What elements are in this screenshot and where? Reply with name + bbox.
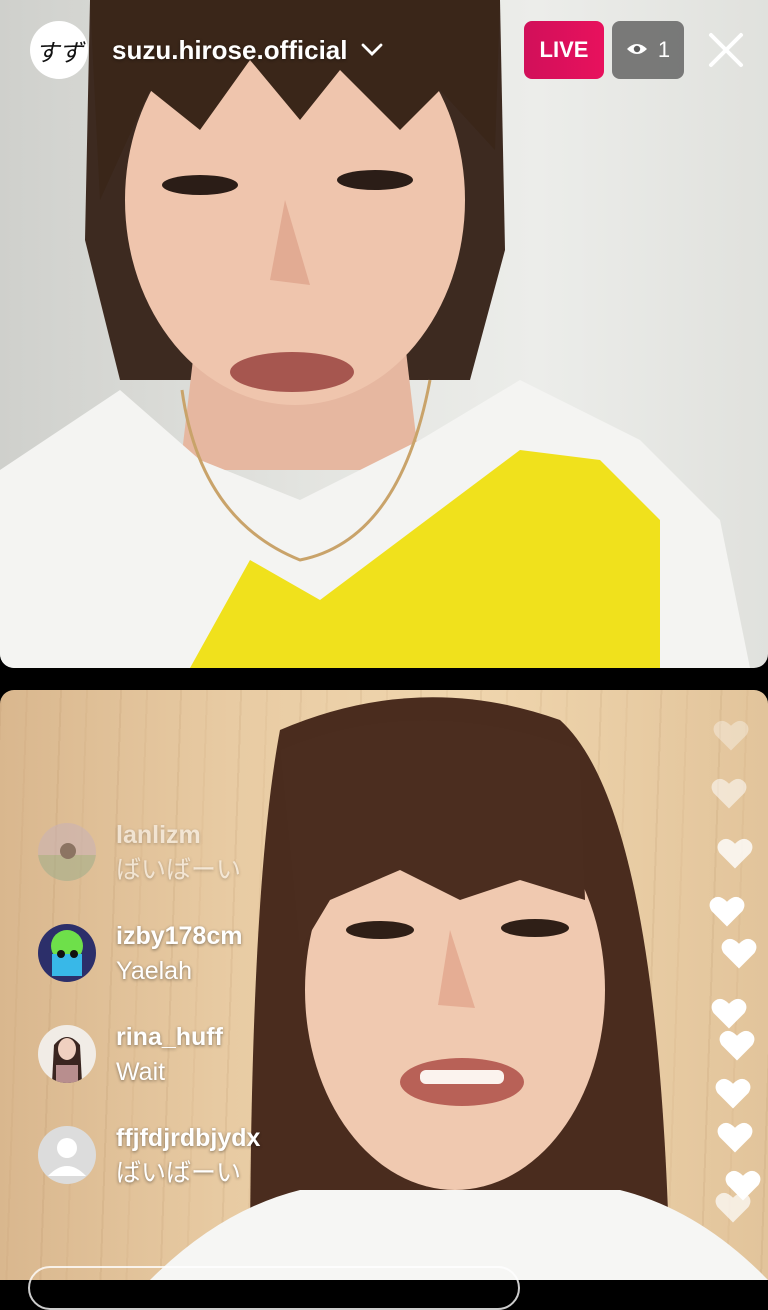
comment-input[interactable] xyxy=(28,1266,520,1310)
close-button[interactable] xyxy=(706,30,746,70)
comment-username[interactable]: rina_huff xyxy=(116,1022,223,1052)
comment-message: Yaelah xyxy=(116,957,192,985)
floating-hearts xyxy=(688,690,768,1250)
avatar-initials: すず xyxy=(35,38,83,67)
heart-icon xyxy=(721,938,757,969)
comment-username[interactable]: ffjfdjrdbjydx xyxy=(116,1123,260,1153)
viewer-count: 1 xyxy=(657,37,671,62)
live-label: LIVE xyxy=(539,37,589,62)
chevron-down-icon[interactable] xyxy=(360,42,384,58)
comment-list: lanlizm ばいばーい izby178cm Yaelah rina_huff… xyxy=(38,820,458,1224)
broadcaster-username[interactable]: suzu.hirose.official xyxy=(112,35,348,66)
comment-item[interactable]: ffjfdjrdbjydx ばいばーい xyxy=(38,1123,458,1224)
comment-username[interactable]: lanlizm xyxy=(116,820,241,850)
eye-icon xyxy=(626,37,648,63)
heart-icon xyxy=(711,998,747,1029)
comment-message: ばいばーい xyxy=(116,1159,242,1187)
heart-icon xyxy=(711,778,747,809)
broadcaster-avatar[interactable]: すず xyxy=(30,21,88,79)
heart-icon xyxy=(709,896,745,927)
heart-icon xyxy=(715,1192,751,1223)
heart-icon xyxy=(713,720,749,751)
viewer-count-badge[interactable]: 1 xyxy=(612,21,684,79)
comment-message: Wait xyxy=(116,1058,166,1086)
heart-icon xyxy=(717,1122,753,1153)
comment-message: ばいばーい xyxy=(116,856,242,884)
heart-icon xyxy=(717,838,753,869)
comment-item[interactable]: izby178cm Yaelah xyxy=(38,921,458,1022)
host-video xyxy=(0,0,768,668)
comment-username[interactable]: izby178cm xyxy=(116,921,242,951)
host-figure xyxy=(0,0,750,668)
heart-icon xyxy=(715,1078,751,1109)
live-header: すず suzu.hirose.official LIVE 1 xyxy=(30,20,746,80)
commenter-avatar[interactable] xyxy=(38,924,96,982)
close-icon xyxy=(709,33,743,67)
live-badge: LIVE xyxy=(524,21,604,79)
commenter-avatar[interactable] xyxy=(38,1126,96,1184)
comment-item[interactable]: lanlizm ばいばーい xyxy=(38,820,458,921)
heart-icon xyxy=(719,1030,755,1061)
comment-item[interactable]: rina_huff Wait xyxy=(38,1022,458,1123)
commenter-avatar[interactable] xyxy=(38,1025,96,1083)
commenter-avatar[interactable] xyxy=(38,823,96,881)
